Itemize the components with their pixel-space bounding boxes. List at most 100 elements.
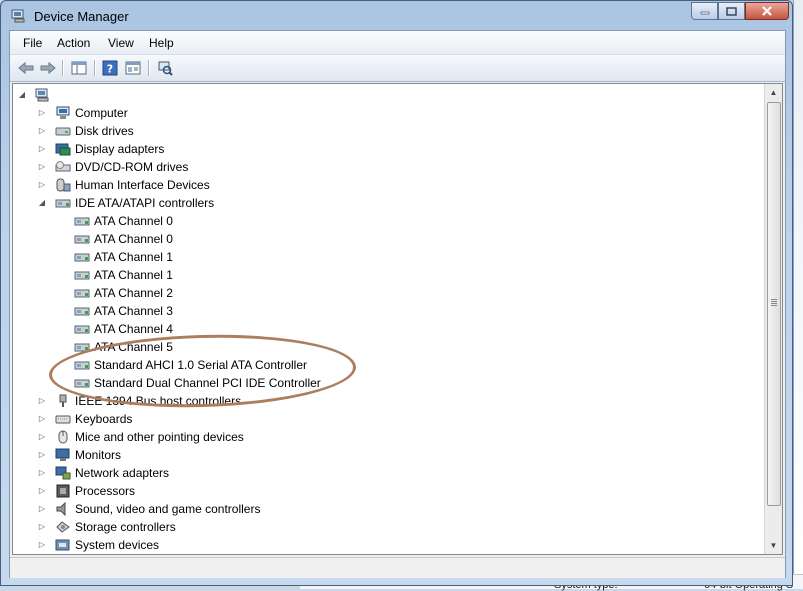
tree-item-sound-video-and-game-controllers[interactable]: ▷ Sound, video and game controllers: [39, 500, 261, 518]
tree-item-processors[interactable]: ▷ Processors: [39, 482, 135, 500]
tree-item-ata-channel-1-3[interactable]: ATA Channel 1: [74, 266, 173, 284]
tree-item-label: Standard AHCI 1.0 Serial ATA Controller: [94, 358, 307, 372]
scroll-down-icon: ▼: [769, 541, 778, 550]
tree-item-ata-channel-1-2[interactable]: ATA Channel 1: [74, 248, 173, 266]
menu-file[interactable]: File: [23, 36, 42, 50]
properties-button[interactable]: [124, 59, 142, 77]
collapse-arrow-icon[interactable]: ◢: [38, 199, 46, 207]
collapse-arrow-icon[interactable]: ◢: [18, 91, 26, 99]
vertical-scrollbar[interactable]: ▲ ▼: [764, 84, 782, 554]
network-adapter-icon: [55, 466, 71, 480]
device-manager-window: Device Manager File Action View Help ? ◢…: [0, 0, 793, 586]
expand-arrow-icon[interactable]: ▷: [38, 181, 46, 189]
show-hide-tree-button[interactable]: [70, 59, 88, 77]
tree-item-label: Network adapters: [75, 466, 170, 480]
ata-channel-icon: [74, 325, 90, 334]
maximize-button[interactable]: [718, 2, 745, 20]
tree-item-label: ATA Channel 2: [94, 286, 173, 300]
toolbar-separator: [94, 60, 96, 76]
scroll-down-button[interactable]: ▼: [765, 537, 782, 554]
ide-controller-icon: [55, 199, 71, 208]
expand-arrow-icon[interactable]: ▷: [38, 505, 46, 513]
tree-item-display-adapters[interactable]: ▷ Display adapters: [39, 140, 164, 158]
tree-item-ata-channel-5-7[interactable]: ATA Channel 5: [74, 338, 173, 356]
scroll-thumb[interactable]: [767, 102, 781, 506]
close-icon: [762, 6, 772, 16]
tree-item-label: Keyboards: [75, 412, 133, 426]
tree-item-label: Monitors: [75, 448, 122, 462]
menu-help[interactable]: Help: [149, 36, 174, 50]
tree-item-ata-channel-4-6[interactable]: ATA Channel 4: [74, 320, 173, 338]
tree-item-label: Human Interface Devices: [75, 178, 210, 192]
tree-item-label: ATA Channel 5: [94, 340, 173, 354]
tree-item-root[interactable]: ◢: [19, 86, 55, 104]
window-title: Device Manager: [34, 9, 129, 24]
tree-item-label: Computer: [75, 106, 128, 120]
tree-item-label: Storage controllers: [75, 520, 176, 534]
expand-arrow-icon[interactable]: ▷: [38, 469, 46, 477]
minimize-button[interactable]: [691, 2, 718, 20]
title-bar[interactable]: Device Manager: [1, 1, 792, 31]
ata-channel-icon: [74, 379, 90, 388]
ata-channel-icon: [74, 253, 90, 262]
ata-channel-icon: [74, 343, 90, 352]
menu-view[interactable]: View: [108, 36, 134, 50]
tree-item-standard-dual-channel-pci-ide-controller-9[interactable]: Standard Dual Channel PCI IDE Controller: [74, 374, 321, 392]
tree-item-monitors[interactable]: ▷ Monitors: [39, 446, 122, 464]
forward-button[interactable]: [39, 59, 57, 77]
minimize-icon: [700, 11, 709, 15]
svg-text:?: ?: [107, 63, 113, 76]
back-arrow-icon: [18, 61, 34, 75]
computer-icon: [56, 106, 70, 119]
expand-arrow-icon[interactable]: ▷: [38, 145, 46, 153]
expand-arrow-icon[interactable]: ▷: [38, 109, 46, 117]
tree-item-disk-drives[interactable]: ▷ Disk drives: [39, 122, 134, 140]
tree-item-ata-channel-0-0[interactable]: ATA Channel 0: [74, 212, 173, 230]
tree-item-label: ATA Channel 1: [94, 250, 173, 264]
tree-item-computer[interactable]: ▷ Computer: [39, 104, 128, 122]
expand-arrow-icon[interactable]: ▷: [38, 451, 46, 459]
tree-item-label: Sound, video and game controllers: [75, 502, 261, 516]
sound-icon: [56, 502, 66, 516]
keyboard-icon: [55, 415, 71, 424]
tree-item-ata-channel-2-4[interactable]: ATA Channel 2: [74, 284, 173, 302]
tree-item-label: ATA Channel 3: [94, 304, 173, 318]
menu-action[interactable]: Action: [57, 36, 90, 50]
scan-hardware-button[interactable]: [156, 59, 174, 77]
tree-item-label: Mice and other pointing devices: [75, 430, 244, 444]
device-manager-icon: [11, 9, 25, 23]
tree-item-dvd-cd-rom-drives[interactable]: ▷ DVD/CD-ROM drives: [39, 158, 188, 176]
tree-item-standard-ahci-1-0-serial-ata-controller-8[interactable]: Standard AHCI 1.0 Serial ATA Controller: [74, 356, 307, 374]
mouse-icon: [58, 430, 68, 444]
display-adapter-icon: [55, 143, 71, 156]
tree-item-ide-ata-atapi-controllers[interactable]: ◢ IDE ATA/ATAPI controllers: [39, 194, 214, 212]
tree-item-storage-controllers[interactable]: ▷ Storage controllers: [39, 518, 176, 536]
tree-item-network-adapters[interactable]: ▷ Network adapters: [39, 464, 170, 482]
expand-arrow-icon[interactable]: ▷: [38, 487, 46, 495]
tree-item-ata-channel-3-5[interactable]: ATA Channel 3: [74, 302, 173, 320]
tree-item-ieee-1394-bus-host-controllers[interactable]: ▷ IEEE 1394 Bus host controllers: [39, 392, 241, 410]
close-button[interactable]: [745, 2, 789, 20]
properties-icon: [125, 61, 141, 75]
tree-item-ata-channel-0-1[interactable]: ATA Channel 0: [74, 230, 173, 248]
scroll-up-button[interactable]: ▲: [765, 84, 782, 101]
expand-arrow-icon[interactable]: ▷: [38, 397, 46, 405]
processor-icon: [56, 484, 70, 498]
expand-arrow-icon[interactable]: ▷: [38, 127, 46, 135]
back-button[interactable]: [17, 59, 35, 77]
expand-arrow-icon[interactable]: ▷: [38, 163, 46, 171]
expand-arrow-icon[interactable]: ▷: [38, 523, 46, 531]
expand-arrow-icon[interactable]: ▷: [38, 433, 46, 441]
ata-channel-icon: [74, 235, 90, 244]
expand-arrow-icon[interactable]: ▷: [38, 415, 46, 423]
tree-item-mice-and-other-pointing-devices[interactable]: ▷ Mice and other pointing devices: [39, 428, 244, 446]
tree-item-human-interface-devices[interactable]: ▷ Human Interface Devices: [39, 176, 210, 194]
device-tree[interactable]: ◢ ▷ Computer ▷ Disk drives ▷ Display adapters ▷…: [12, 83, 783, 555]
ata-channel-icon: [74, 361, 90, 370]
tree-item-keyboards[interactable]: ▷ Keyboards: [39, 410, 133, 428]
help-button[interactable]: ?: [101, 59, 119, 77]
computer-root-icon: [35, 88, 49, 102]
expand-arrow-icon[interactable]: ▷: [38, 541, 46, 549]
tree-item-system-devices[interactable]: ▷ System devices: [39, 536, 159, 554]
toolbar-separator: [62, 60, 64, 76]
